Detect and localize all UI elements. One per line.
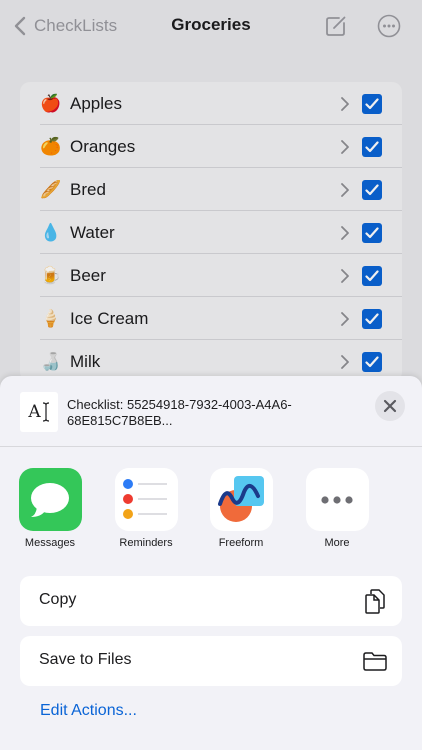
checklist-row[interactable]: 🍺 Beer — [20, 254, 402, 297]
checkbox-checked[interactable] — [362, 265, 382, 286]
more-options-icon[interactable] — [377, 14, 401, 38]
share-sheet: A Checklist: 55254918-7932-4003-A4A6-68E… — [0, 376, 422, 750]
more-icon — [305, 468, 369, 531]
app-name: Messages — [24, 537, 76, 549]
checkbox-checked[interactable] — [362, 308, 382, 329]
app-name: More — [324, 537, 350, 549]
freeform-icon — [209, 468, 273, 531]
copy-icon — [365, 589, 385, 614]
action-label: Copy — [39, 591, 77, 608]
item-emoji-icon: 🍦 — [40, 308, 62, 328]
text-cursor-icon — [42, 402, 49, 422]
checkmark-icon — [365, 226, 379, 238]
app-messages[interactable]: Messages — [5, 468, 95, 549]
checkmark-icon — [365, 183, 379, 195]
checkbox-checked[interactable] — [362, 93, 382, 114]
folder-icon — [363, 652, 387, 671]
checklist-row[interactable]: 🍦 Ice Cream — [20, 297, 402, 340]
share-sheet-header: A Checklist: 55254918-7932-4003-A4A6-68E… — [0, 376, 422, 447]
chevron-right-icon[interactable] — [340, 354, 350, 369]
item-emoji-icon: 🍺 — [40, 265, 62, 285]
share-apps-row: Messages Reminders Freeform More — [0, 468, 422, 558]
item-label: Milk — [70, 351, 101, 371]
compose-icon[interactable] — [324, 14, 348, 38]
save-to-files-action[interactable]: Save to Files — [20, 636, 402, 686]
checkbox-checked[interactable] — [362, 179, 382, 200]
chevron-right-icon[interactable] — [340, 268, 350, 283]
item-label: Apples — [70, 93, 122, 113]
document-glyph: A — [28, 402, 41, 422]
back-button[interactable]: CheckLists — [12, 14, 117, 38]
checklist-row[interactable]: 🍎 Apples — [20, 82, 402, 125]
back-label: CheckLists — [34, 16, 118, 35]
checkmark-icon — [365, 269, 379, 281]
checkmark-icon — [365, 140, 379, 152]
checkmark-icon — [365, 312, 379, 324]
messages-icon — [18, 468, 82, 531]
checklist-row[interactable]: 💧 Water — [20, 211, 402, 254]
checkbox-checked[interactable] — [362, 222, 382, 243]
document-title: Checklist: 55254918-7932-4003-A4A6-68E81… — [67, 397, 292, 428]
chevron-right-icon[interactable] — [340, 182, 350, 197]
reminders-icon — [114, 468, 178, 531]
item-emoji-icon: 🍊 — [40, 136, 62, 156]
chevron-left-icon — [14, 16, 26, 36]
item-emoji-icon: 🥖 — [40, 179, 62, 199]
item-label: Beer — [70, 265, 106, 285]
chevron-right-icon[interactable] — [340, 96, 350, 111]
action-label: Save to Files — [39, 651, 132, 668]
checkbox-checked[interactable] — [362, 136, 382, 157]
item-label: Bred — [70, 179, 106, 199]
checkmark-icon — [365, 97, 379, 109]
edit-actions-link[interactable]: Edit Actions... — [40, 702, 137, 720]
chevron-right-icon[interactable] — [340, 225, 350, 240]
copy-action[interactable]: Copy — [20, 576, 402, 626]
item-label: Water — [70, 222, 115, 242]
app-reminders[interactable]: Reminders — [101, 468, 191, 549]
chevron-right-icon[interactable] — [340, 311, 350, 326]
checklist-row[interactable]: 🥖 Bred — [20, 168, 402, 211]
checkmark-icon — [365, 355, 379, 367]
app-freeform[interactable]: Freeform — [196, 468, 286, 549]
close-icon — [383, 399, 397, 413]
app-more[interactable]: More — [292, 468, 382, 549]
chevron-right-icon[interactable] — [340, 139, 350, 154]
document-thumbnail: A — [20, 392, 58, 432]
checklist-row[interactable]: 🍊 Oranges — [20, 125, 402, 168]
item-emoji-icon: 💧 — [40, 222, 62, 242]
checklist-items: 🍎 Apples 🍊 Oranges 🥖 Bred 💧 Water 🍺 Beer 🍦 Ice Crea… — [20, 82, 402, 382]
close-button[interactable] — [375, 391, 405, 421]
checkbox-checked[interactable] — [362, 351, 382, 372]
item-label: Oranges — [70, 136, 136, 156]
item-emoji-icon: 🍎 — [40, 93, 62, 113]
item-emoji-icon: 🍶 — [40, 351, 62, 371]
app-name: Reminders — [119, 537, 173, 549]
item-label: Ice Cream — [70, 308, 149, 328]
navigation-bar: CheckLists Groceries — [0, 0, 422, 52]
app-name: Freeform — [218, 537, 264, 549]
